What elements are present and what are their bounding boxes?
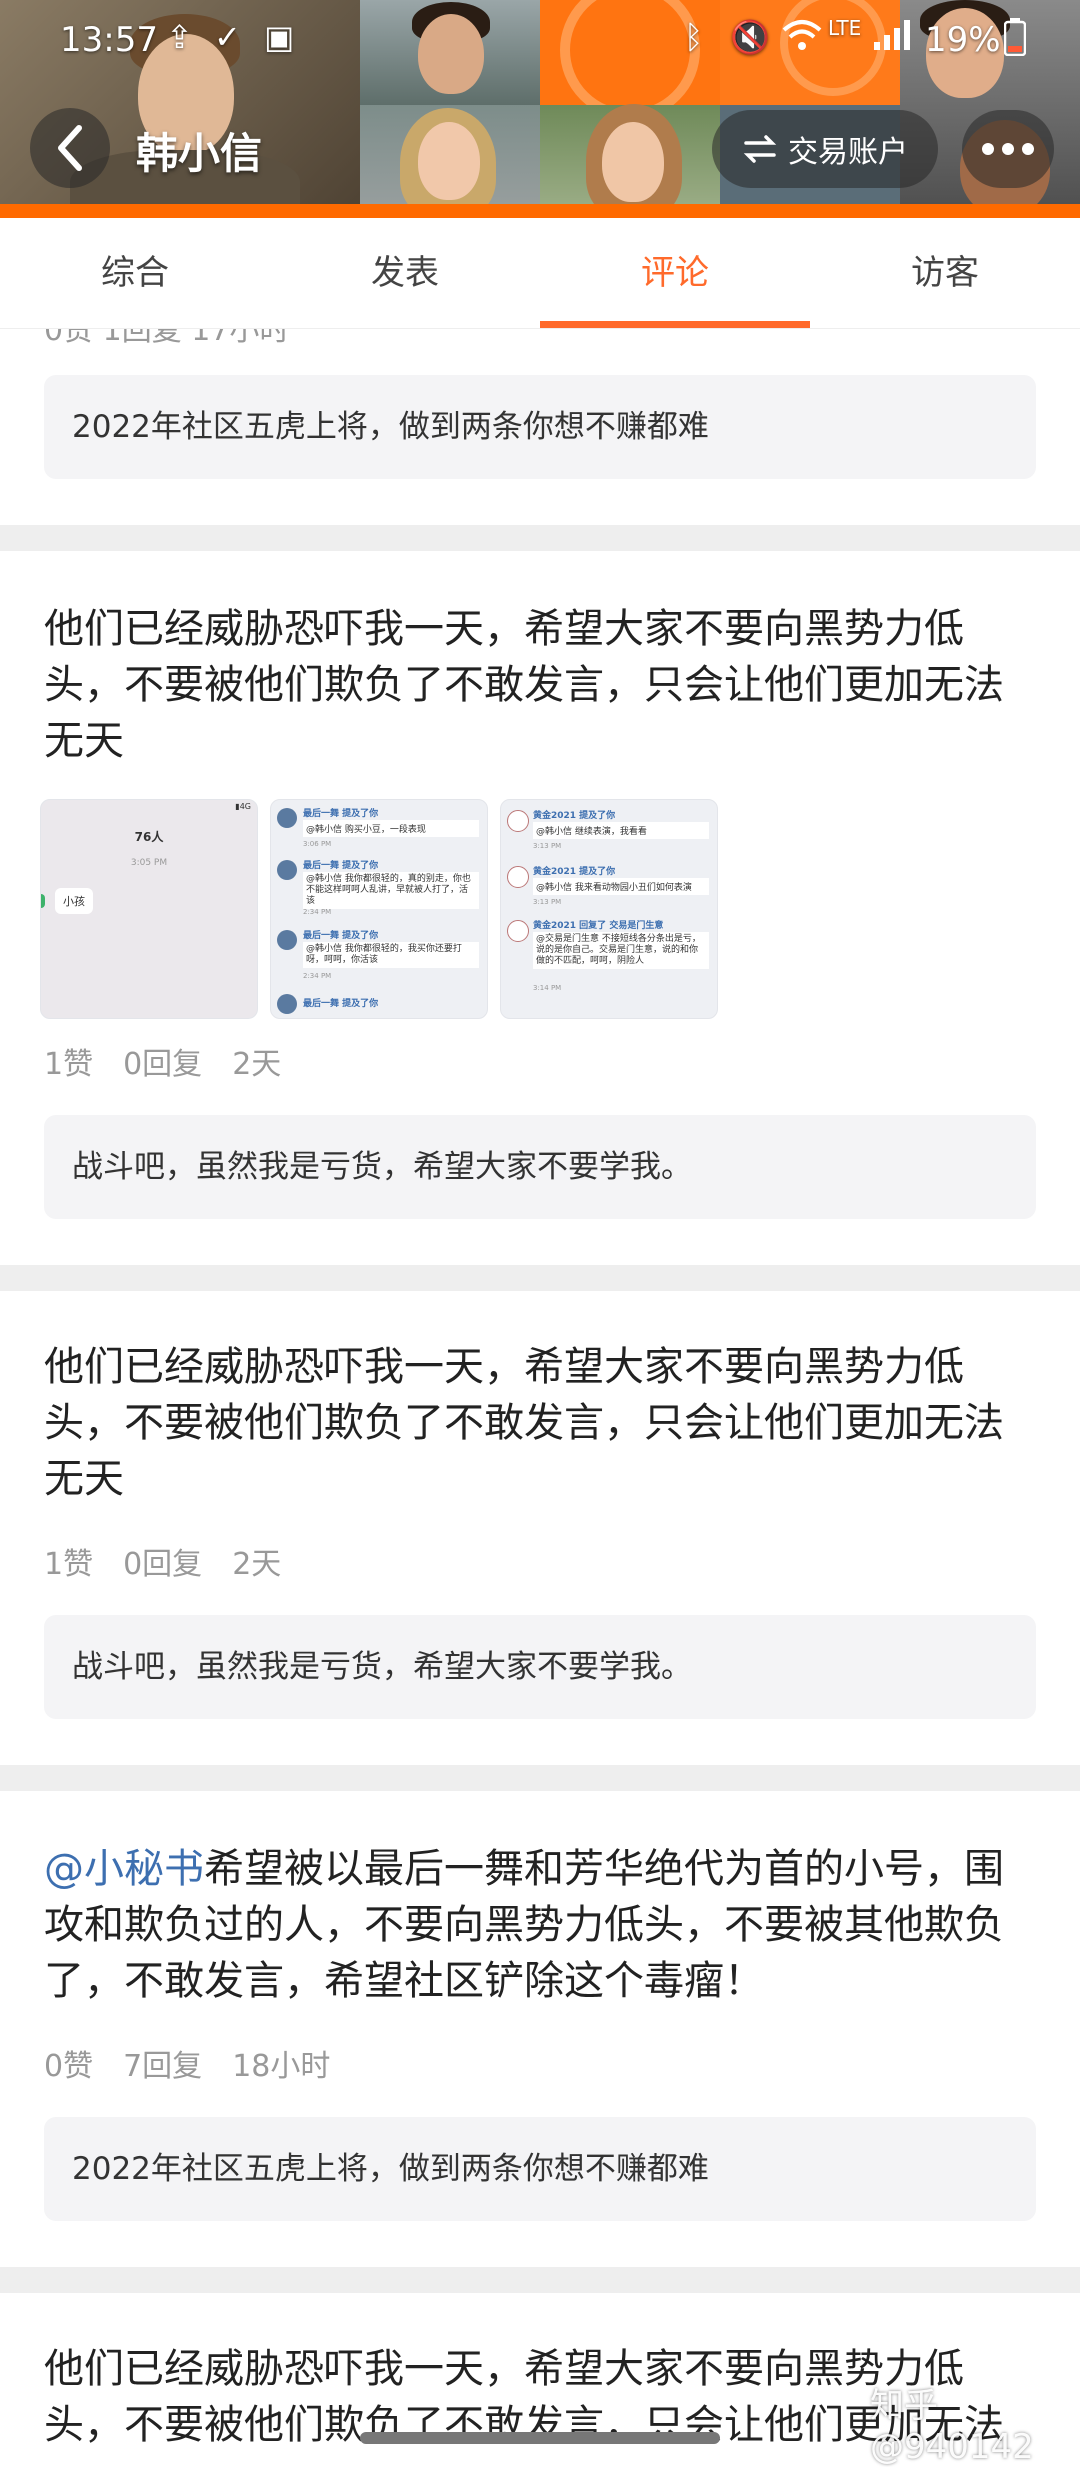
post-image[interactable]: 黄金2021 提及了你 @韩小信 继续表演，我看看 3:13 PM 黄金2021… bbox=[500, 799, 718, 1019]
trade-account-button[interactable]: 交易账户 bbox=[712, 110, 938, 188]
thumb-row-msg: @韩小信 继续表演，我看看 bbox=[533, 822, 709, 839]
divider bbox=[0, 1765, 1080, 1791]
header-accent-bar bbox=[0, 204, 1080, 218]
reply-count[interactable]: 0回复 bbox=[123, 1039, 202, 1083]
thumb-row-name: 黄金2021 提及了你 bbox=[533, 811, 616, 821]
thumb-row-msg: @韩小信 我来看动物园小丑们如何表演 bbox=[533, 878, 709, 895]
avatar bbox=[277, 860, 297, 880]
reply-count[interactable]: 0回复 bbox=[123, 1539, 202, 1583]
thumb-status: ▮4G bbox=[235, 802, 251, 811]
reply-count[interactable]: 7回复 bbox=[123, 2041, 202, 2085]
tab-comments[interactable]: 评论 bbox=[540, 218, 810, 328]
thumb-row-time: 3:14 PM bbox=[533, 984, 562, 992]
post-meta: 1赞 0回复 2天 bbox=[44, 1539, 281, 1583]
status-time: 13:57 bbox=[60, 20, 158, 60]
thumb-row-msg: @韩小信 我你都很轻的，我买你还要打呀，呵呵，你活该 bbox=[303, 942, 479, 968]
thumb-row-name: 最后一舞 提及了你 bbox=[303, 809, 379, 819]
signal-icon bbox=[872, 18, 912, 60]
profile-name: 韩小信 bbox=[136, 129, 263, 178]
post-image[interactable]: 最后一舞 提及了你 @韩小信 购买小豆，一段表现 3:06 PM 最后一舞 提及… bbox=[270, 799, 488, 1019]
tab-visitors[interactable]: 访客 bbox=[810, 218, 1080, 328]
battery-icon bbox=[1003, 18, 1027, 64]
avatar bbox=[507, 920, 529, 942]
thumb-row-name: 黄金2021 回复了 交易是门生意 bbox=[533, 921, 664, 931]
mute-icon: 🔇 bbox=[730, 18, 770, 56]
chevron-left-icon bbox=[58, 125, 82, 171]
quoted-post[interactable]: 2022年社区五虎上将，做到两条你想不赚都难 bbox=[44, 375, 1036, 479]
avatar bbox=[277, 808, 297, 828]
home-indicator[interactable] bbox=[360, 2432, 720, 2444]
status-bar: 13:57 ⇪ ✓ ▣ ᛒ 🔇 LTE 19% bbox=[0, 0, 1080, 80]
post-meta-partial: 0赞 1回复 17小时 bbox=[44, 329, 290, 348]
back-button[interactable] bbox=[30, 108, 110, 188]
post-meta: 0赞 7回复 18小时 bbox=[44, 2041, 330, 2085]
thumb-chat-time: 3:05 PM bbox=[130, 858, 168, 868]
quoted-post[interactable]: 战斗吧，虽然我是亏货，希望大家不要学我。 bbox=[44, 1615, 1036, 1719]
avatar bbox=[277, 930, 297, 950]
mention-link[interactable]: @小秘书 bbox=[44, 1846, 204, 1892]
thumb-row-name: 最后一舞 提及了你 bbox=[303, 999, 379, 1009]
post-time: 18小时 bbox=[232, 2049, 331, 2084]
thumb-row-time: 2:34 PM bbox=[303, 972, 332, 980]
avatar bbox=[507, 866, 529, 888]
post-text: 他们已经威胁恐吓我一天，希望大家不要向黑势力低头，不要被他们欺负了不敢发言，只会… bbox=[44, 1344, 1004, 1502]
tab-posts[interactable]: 发表 bbox=[270, 218, 540, 328]
tab-overview[interactable]: 综合 bbox=[0, 218, 270, 328]
post-text: @小秘书希望被以最后一舞和芳华绝代为首的小号，围攻和欺负过的人，不要向黑势力低头… bbox=[44, 1841, 1040, 2009]
post-time: 2天 bbox=[232, 1547, 282, 1582]
thumb-row-name: 黄金2021 提及了你 bbox=[533, 867, 616, 877]
wifi-icon bbox=[782, 18, 822, 60]
like-count[interactable]: 1赞 bbox=[44, 1539, 93, 1583]
thumb-row-name: 最后一舞 提及了你 bbox=[303, 861, 379, 871]
quoted-post[interactable]: 战斗吧，虽然我是亏货，希望大家不要学我。 bbox=[44, 1115, 1036, 1219]
more-dots-icon bbox=[982, 143, 994, 155]
thumb-row-msg: @韩小信 我你都很轻的，真的别走，你也不能这样呵呵人乱讲，早就被人打了，活该 bbox=[303, 872, 479, 909]
profile-tabs: 综合 发表 评论 访客 bbox=[0, 218, 1080, 329]
profile-header: 13:57 ⇪ ✓ ▣ ᛒ 🔇 LTE 19% 韩小信 交易账户 bbox=[0, 0, 1080, 218]
thumb-row-msg: @韩小信 购买小豆，一段表现 bbox=[303, 820, 479, 837]
check-icon: ✓ bbox=[214, 18, 241, 56]
thumb-row-msg: @交易是门生意 不接短线各分条出是亏，说的是你自己。交易是门生意，说的和你做的不… bbox=[533, 932, 709, 969]
post-text: 他们已经威胁恐吓我一天，希望大家不要向黑势力低头，不要被他们欺负了不敢发言，只会… bbox=[44, 606, 1004, 764]
post-meta: 1赞 0回复 2天 bbox=[44, 1039, 281, 1083]
post-image[interactable]: ▮4G 76人 3:05 PM 小孩 bbox=[40, 799, 258, 1019]
thumb-row-name: 最后一舞 提及了你 bbox=[303, 931, 379, 941]
divider bbox=[0, 1265, 1080, 1291]
watermark: 知乎 @940142 bbox=[870, 2386, 1034, 2467]
thumb-row-time: 3:13 PM bbox=[533, 898, 562, 906]
network-type: LTE bbox=[828, 16, 862, 40]
quoted-post[interactable]: 2022年社区五虎上将，做到两条你想不赚都难 bbox=[44, 2117, 1036, 2221]
comment-feed[interactable]: 0赞 1回复 17小时 2022年社区五虎上将，做到两条你想不赚都难 他们已经威… bbox=[0, 329, 1080, 2460]
thumb-chat-bubble: 小孩 bbox=[55, 888, 93, 914]
post-images: ▮4G 76人 3:05 PM 小孩 最后一舞 提及了你 @韩小信 购买小豆，一… bbox=[40, 799, 740, 1019]
upload-icon: ⇪ bbox=[166, 18, 193, 56]
thumb-row-time: 3:13 PM bbox=[533, 842, 562, 850]
bluetooth-icon: ᛒ bbox=[684, 18, 704, 56]
battery-level: 19% bbox=[925, 20, 1001, 60]
like-count[interactable]: 0赞 bbox=[44, 2041, 93, 2085]
divider bbox=[0, 2267, 1080, 2293]
thumb-row-time: 3:06 PM bbox=[303, 840, 332, 848]
avatar bbox=[507, 810, 529, 832]
like-count[interactable]: 1赞 bbox=[44, 1039, 93, 1083]
thumb-chat-title: 76人 bbox=[134, 830, 164, 844]
more-options-button[interactable] bbox=[962, 110, 1054, 188]
divider bbox=[0, 525, 1080, 551]
avatar bbox=[277, 994, 297, 1014]
image-icon: ▣ bbox=[264, 18, 295, 56]
post-time: 2天 bbox=[232, 1047, 282, 1082]
thumb-row-time: 2:34 PM bbox=[303, 908, 332, 916]
trade-account-label: 交易账户 bbox=[788, 135, 908, 170]
swap-icon bbox=[743, 135, 777, 163]
